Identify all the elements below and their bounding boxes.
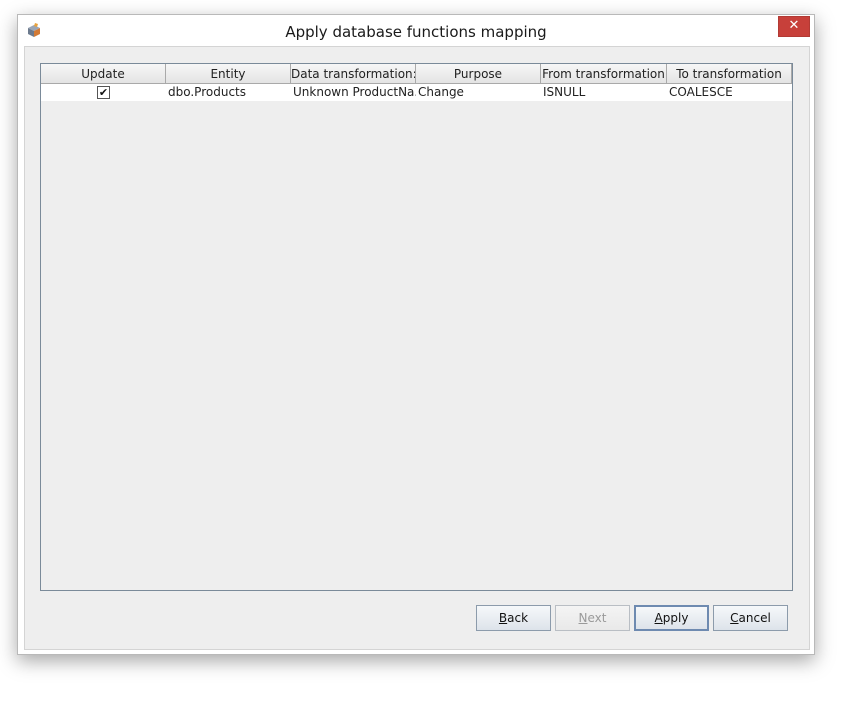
mapping-table[interactable]: Update Entity Data transformation: Purpo…: [40, 63, 793, 591]
back-button[interactable]: Back: [476, 605, 551, 631]
update-cell: ✔: [41, 84, 166, 101]
table-row[interactable]: ✔ dbo.Products Unknown ProductNa... Chan…: [41, 84, 792, 101]
back-button-label: ack: [507, 611, 529, 625]
next-button[interactable]: Next: [555, 605, 630, 631]
column-header-purpose[interactable]: Purpose: [416, 64, 541, 84]
apply-button[interactable]: Apply: [634, 605, 709, 631]
cancel-button-label: ancel: [738, 611, 771, 625]
dialog-window: Apply database functions mapping ✕ Updat…: [17, 14, 815, 655]
column-header-update[interactable]: Update: [41, 64, 166, 84]
window-title: Apply database functions mapping: [285, 23, 547, 41]
column-header-from-transformation[interactable]: From transformation: [541, 64, 667, 84]
to-transformation-cell[interactable]: COALESCE: [667, 84, 792, 101]
title-bar[interactable]: Apply database functions mapping ✕: [18, 15, 814, 46]
dialog-content: Update Entity Data transformation: Purpo…: [24, 46, 810, 650]
close-icon: ✕: [788, 18, 800, 33]
column-header-entity[interactable]: Entity: [166, 64, 291, 84]
close-button[interactable]: ✕: [778, 16, 810, 37]
column-header-data-transformation[interactable]: Data transformation:: [291, 64, 416, 84]
apply-button-mnemonic: A: [654, 611, 663, 625]
apply-button-label: pply: [662, 611, 689, 625]
update-checkbox[interactable]: ✔: [97, 86, 110, 99]
purpose-cell[interactable]: Change: [416, 84, 541, 101]
from-transformation-cell[interactable]: ISNULL: [541, 84, 667, 101]
cancel-button[interactable]: Cancel: [713, 605, 788, 631]
data-transformation-cell[interactable]: Unknown ProductNa...: [291, 84, 416, 101]
entity-cell[interactable]: dbo.Products: [166, 84, 291, 101]
column-header-to-transformation[interactable]: To transformation: [667, 64, 792, 84]
cancel-button-mnemonic: C: [730, 611, 739, 625]
checkbox-checked-icon: ✔: [98, 86, 109, 99]
next-button-label: ext: [587, 611, 607, 625]
back-button-mnemonic: B: [498, 611, 508, 625]
next-button-mnemonic: N: [578, 611, 588, 625]
table-header: Update Entity Data transformation: Purpo…: [41, 64, 792, 84]
